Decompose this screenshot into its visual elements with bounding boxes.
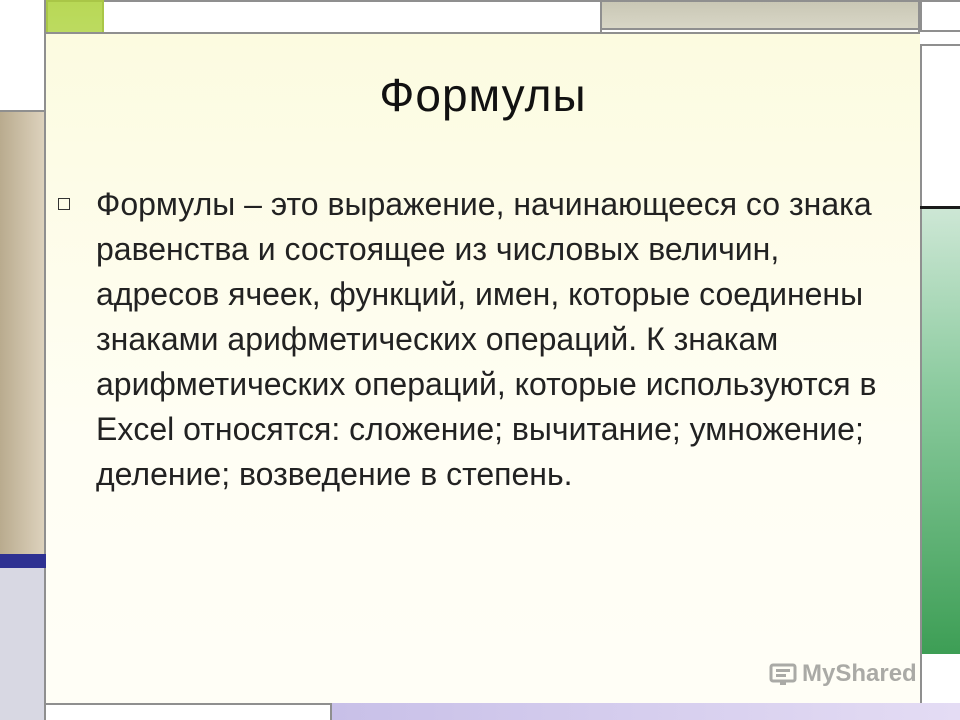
left-bottom-block xyxy=(0,568,46,720)
left-top-block xyxy=(0,0,46,112)
top-right-box xyxy=(920,0,960,32)
bottom-lilac-strip xyxy=(330,703,960,720)
myshared-logo-icon xyxy=(769,663,797,685)
bullet-text: Формулы – это выражение, начинающееся со… xyxy=(96,186,877,492)
left-tan-block xyxy=(0,112,46,554)
slide-panel: Формулы Формулы – это выражение, начинаю… xyxy=(46,32,920,703)
top-white-strip xyxy=(104,0,600,32)
watermark-text: MyShared xyxy=(802,660,917,687)
left-blue-stripe xyxy=(0,554,46,568)
right-white-block xyxy=(920,46,960,208)
watermark: MyShared xyxy=(768,655,917,693)
slide-title: Формулы xyxy=(379,69,587,121)
square-bullet-icon xyxy=(58,198,70,210)
bottom-left-strip xyxy=(46,703,330,720)
top-gray-block xyxy=(600,0,920,30)
right-green-block xyxy=(920,209,960,654)
